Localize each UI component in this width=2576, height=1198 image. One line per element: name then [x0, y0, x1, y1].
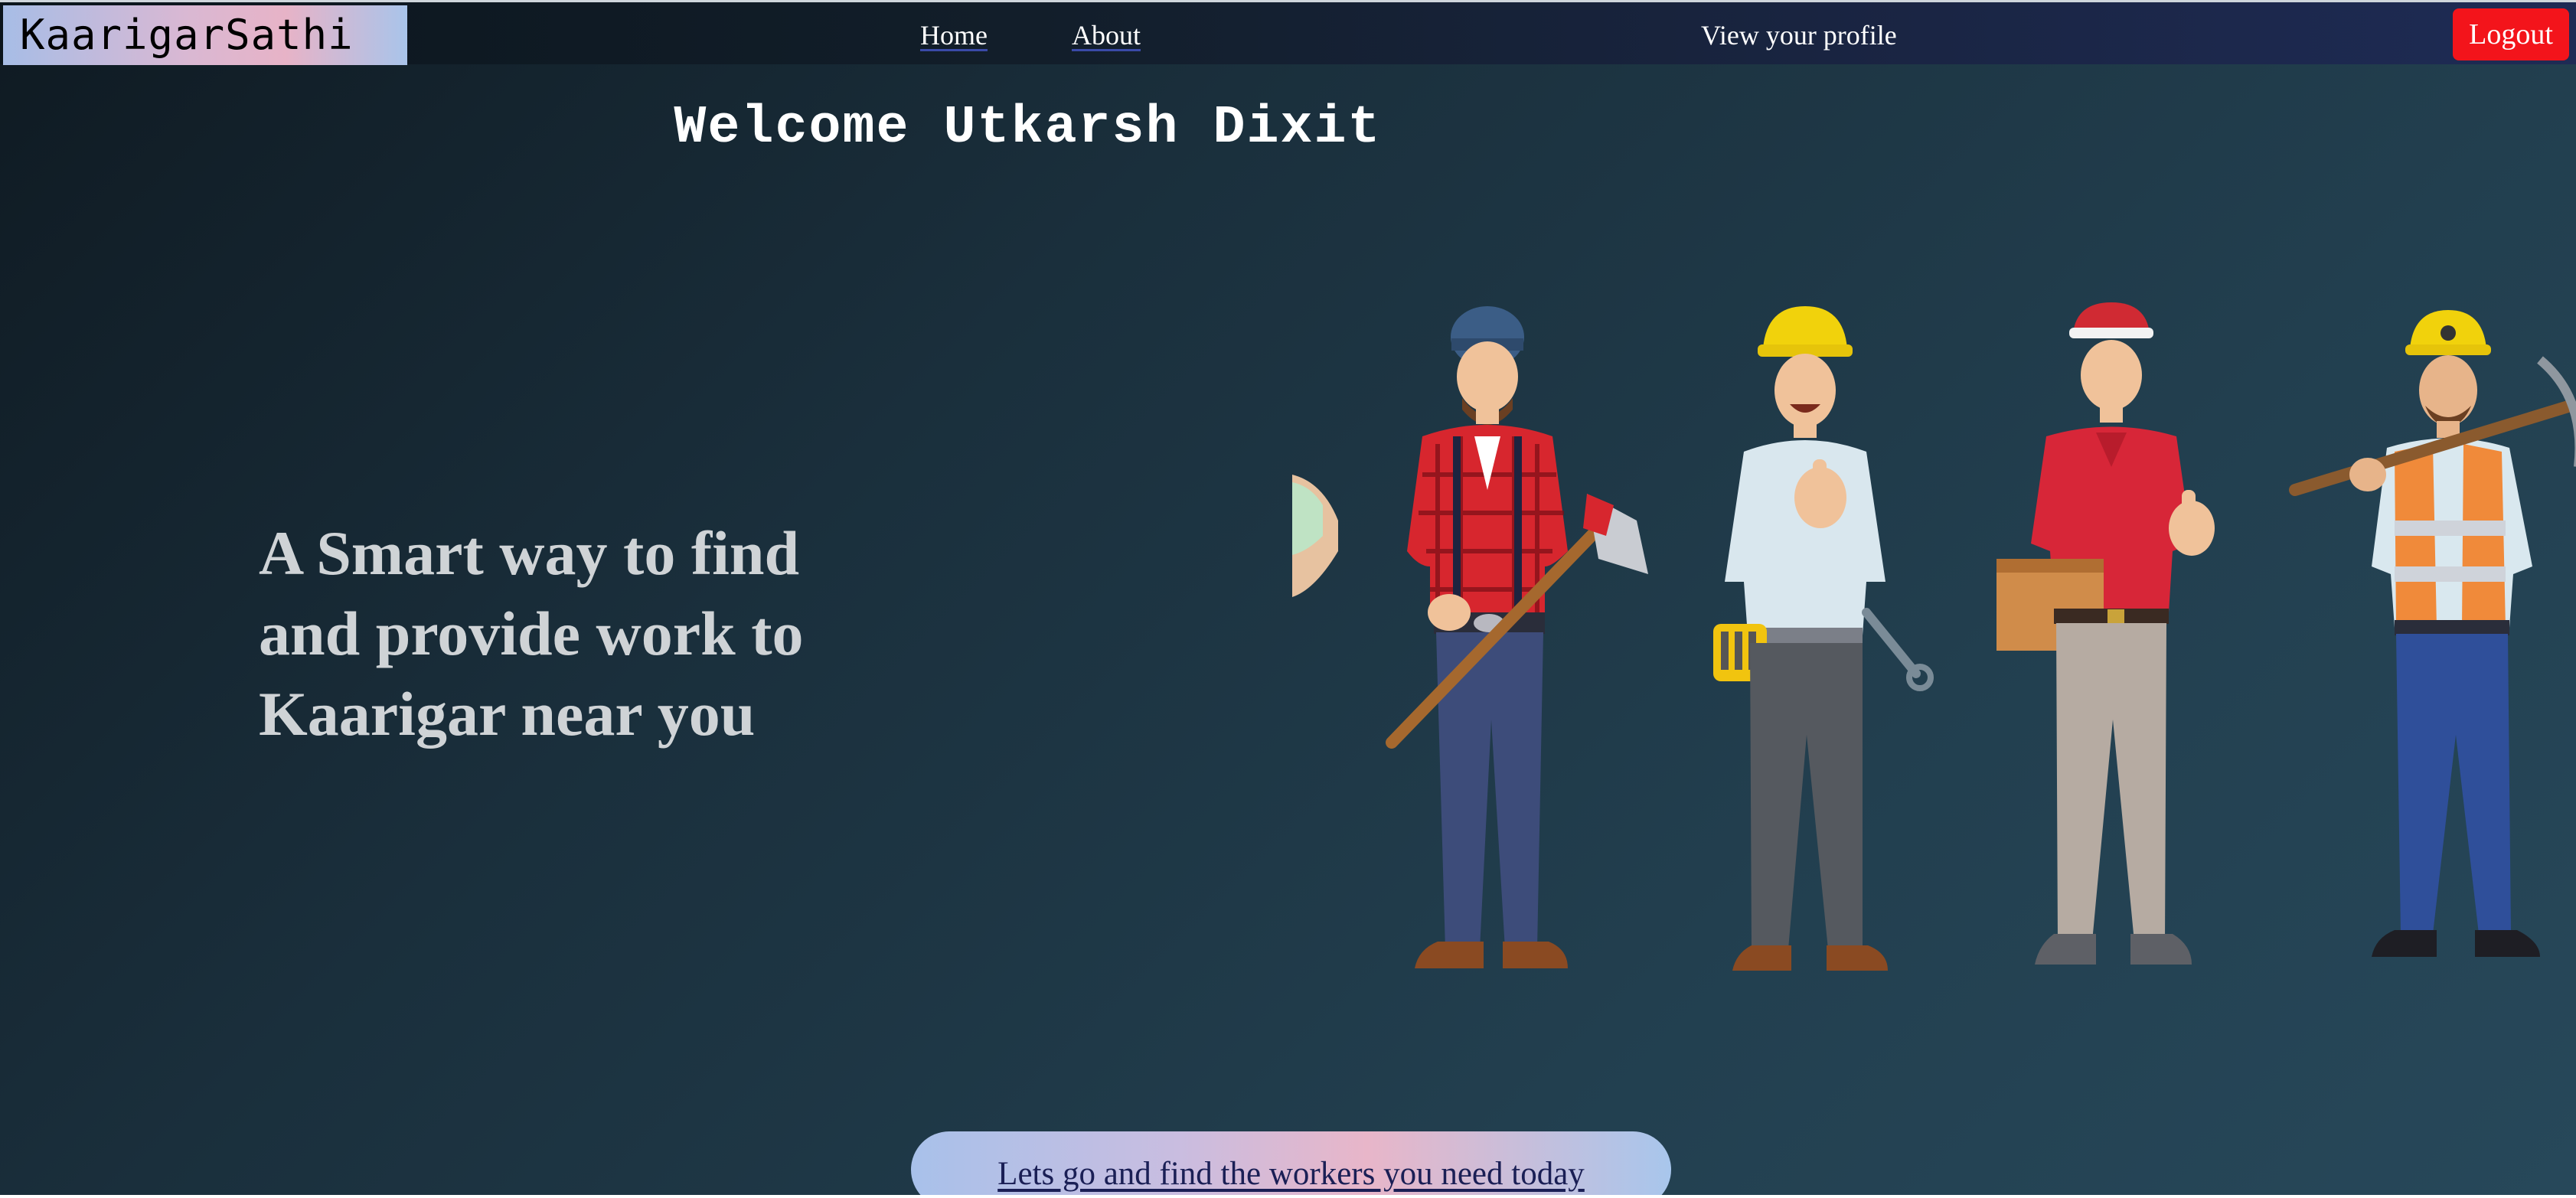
- workers-illustration: [1292, 302, 2576, 971]
- builder-worker-figure: [1713, 306, 1934, 971]
- view-profile-link[interactable]: View your profile: [1701, 2, 1897, 67]
- delivery-worker-figure: [1996, 302, 2215, 965]
- nav-about-link[interactable]: About: [1072, 2, 1141, 67]
- logout-button[interactable]: Logout: [2453, 8, 2569, 60]
- find-workers-button[interactable]: Lets go and find the workers you need to…: [911, 1131, 1671, 1195]
- nav-home-link[interactable]: Home: [920, 2, 988, 67]
- navbar: KaarigarSathi Home About View your profi…: [0, 0, 2576, 67]
- hero-tagline: A Smart way to find and provide work to …: [259, 518, 804, 749]
- lumberjack-worker-figure: [1386, 306, 1648, 968]
- miner-worker-figure: [2289, 310, 2576, 957]
- brand-logo[interactable]: KaarigarSathi: [3, 5, 407, 65]
- partial-worker-figure: [1292, 475, 1338, 597]
- page: KaarigarSathi Home About View your profi…: [0, 0, 2576, 1195]
- welcome-heading: Welcome Utkarsh Dixit: [674, 98, 1382, 158]
